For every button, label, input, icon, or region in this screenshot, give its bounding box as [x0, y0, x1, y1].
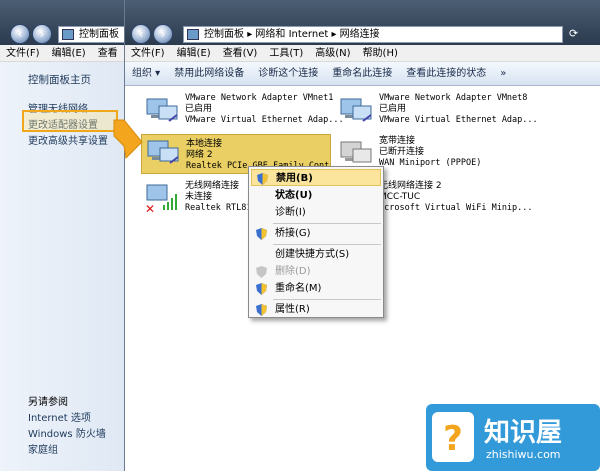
menu-view[interactable]: 查看(V): [217, 45, 264, 62]
menu-file[interactable]: 文件(F): [125, 45, 171, 62]
ctx-status[interactable]: 状态(U): [251, 187, 381, 204]
back-address-text: 控制面板: [79, 29, 119, 40]
ctx-bridge-label: 桥接(G): [275, 228, 311, 239]
watermark-url: zhishiwu.com: [486, 448, 561, 461]
ctx-create-shortcut[interactable]: 创建快捷方式(S): [251, 246, 381, 263]
conn-name: 无线网络连接 2: [379, 181, 442, 191]
disable-device-button[interactable]: 禁用此网络设备: [167, 62, 251, 86]
svg-text:?: ?: [443, 419, 463, 459]
command-bar: 组织 ▾ 禁用此网络设备 诊断这个连接 重命名此连接 查看此连接的状态»: [125, 62, 600, 86]
conn-name: 无线网络连接: [185, 181, 240, 191]
rename-button[interactable]: 重命名此连接: [325, 62, 399, 86]
connection-vmnet8[interactable]: VMware Network Adapter VMnet8 已启用 VMware V…: [339, 93, 538, 133]
ctx-bridge[interactable]: 桥接(G): [251, 225, 381, 242]
ctx-shortcut-label: 创建快捷方式(S): [275, 249, 350, 260]
wireless-icon: ✕: [145, 184, 177, 213]
menu-tools[interactable]: 工具(T): [263, 45, 309, 62]
address-field[interactable]: 控制面板 ▸ 网络和 Internet ▸ 网络连接: [183, 26, 563, 43]
network-adapter-icon: [146, 98, 178, 122]
back-menu-view[interactable]: 查看: [92, 45, 124, 62]
front-address-bar: ‹ › 控制面板 ▸ 网络和 Internet ▸ 网络连接 ⟳: [125, 0, 600, 45]
conn-status: MCC-TUC: [379, 192, 421, 202]
breadcrumb-1[interactable]: 控制面板: [204, 29, 244, 40]
control-panel-icon: [62, 29, 74, 40]
organize-button[interactable]: 组织 ▾: [125, 62, 167, 86]
nav-forward-icon[interactable]: ›: [153, 24, 173, 44]
conn-device: VMware Virtual Ethernet Adap...: [185, 115, 344, 125]
side-link-internet-options[interactable]: Internet 选项: [28, 409, 91, 424]
uac-shield-icon: [257, 173, 268, 185]
back-menubar: 文件(F) 编辑(E) 查看: [0, 45, 125, 62]
network-adapter-icon: [147, 140, 179, 164]
conn-status: 已启用: [379, 104, 407, 114]
highlight-box: [22, 110, 118, 132]
network-adapter-icon: [340, 98, 372, 122]
menu-edit[interactable]: 编辑(E): [171, 45, 217, 62]
see-also-heading: 另请参阅: [28, 397, 68, 408]
conn-name: VMware Network Adapter VMnet8: [379, 93, 528, 103]
breadcrumb-3[interactable]: 网络连接: [340, 29, 380, 40]
ctx-rename[interactable]: 重命名(M): [251, 280, 381, 297]
back-nav-back-icon[interactable]: ‹: [10, 24, 30, 44]
context-menu: 禁用(B) 状态(U) 诊断(I) 桥接(G) 创建快捷方式(S) 删除(D) …: [248, 166, 384, 318]
front-menubar: 文件(F) 编辑(E) 查看(V) 工具(T) 高级(N) 帮助(H): [125, 45, 600, 62]
uac-shield-icon: [256, 304, 267, 316]
conn-status: 已启用: [185, 104, 213, 114]
conn-device: icrosoft Virtual WiFi Minip...: [379, 203, 533, 213]
ctx-properties-label: 属性(R): [275, 304, 310, 315]
menu-separator: [273, 244, 381, 245]
ctx-rename-label: 重命名(M): [275, 283, 322, 294]
conn-status: 未连接: [185, 192, 213, 202]
conn-name: 本地连接: [186, 139, 223, 149]
conn-device: WAN Miniport (PPPOE): [379, 158, 482, 168]
side-link-cp-home[interactable]: 控制面板主页: [28, 72, 91, 87]
back-menu-file[interactable]: 文件(F): [0, 45, 46, 62]
nav-back-icon[interactable]: ‹: [131, 24, 151, 44]
back-address-bar: ‹ › 控制面板: [0, 0, 125, 45]
menu-advanced[interactable]: 高级(N): [309, 45, 356, 62]
uac-shield-icon: [256, 266, 267, 278]
ctx-delete: 删除(D): [251, 263, 381, 280]
side-link-advanced-sharing[interactable]: 更改高级共享设置: [28, 132, 108, 147]
conn-status: 已断开连接: [379, 147, 425, 157]
uac-shield-icon: [256, 228, 267, 240]
ctx-status-label: 状态(U): [275, 190, 313, 201]
connection-vmnet1[interactable]: VMware Network Adapter VMnet1 已启用 VMware V…: [145, 93, 344, 133]
back-window: ‹ › 控制面板 文件(F) 编辑(E) 查看 控制面板主页 管理无线网络 更改适配…: [0, 0, 126, 471]
menu-separator: [273, 223, 381, 224]
conn-device: VMware Virtual Ethernet Adap...: [379, 115, 538, 125]
ctx-properties[interactable]: 属性(R): [251, 301, 381, 318]
ctx-disable[interactable]: 禁用(B): [251, 169, 381, 186]
watermark-logo: ? 知识屋 zhishiwu.com: [426, 404, 600, 471]
broadband-icon: [340, 141, 372, 163]
ctx-diagnose[interactable]: 诊断(I): [251, 204, 381, 221]
side-link-firewall[interactable]: Windows 防火墙: [28, 425, 106, 440]
network-folder-icon: [187, 29, 199, 40]
ctx-delete-label: 删除(D): [275, 266, 311, 277]
refresh-icon[interactable]: ⟳: [569, 27, 578, 40]
conn-name: 宽带连接: [379, 136, 416, 146]
svg-text:✕: ✕: [145, 202, 155, 213]
menu-help[interactable]: 帮助(H): [357, 45, 404, 62]
more-commands-icon[interactable]: »: [493, 62, 513, 86]
side-link-homegroup[interactable]: 家庭组: [28, 441, 58, 456]
pointer-arrow-icon: [113, 119, 143, 160]
ctx-disable-label: 禁用(B): [276, 173, 313, 184]
conn-name: VMware Network Adapter VMnet1: [185, 93, 334, 103]
ctx-diagnose-label: 诊断(I): [275, 207, 306, 218]
menu-separator: [273, 299, 381, 300]
diagnose-button[interactable]: 诊断这个连接: [251, 62, 325, 86]
back-address-field[interactable]: 控制面板: [58, 26, 125, 43]
conn-status: 网络 2: [186, 150, 213, 160]
back-nav-forward-icon[interactable]: ›: [32, 24, 52, 44]
uac-shield-icon: [256, 283, 267, 295]
view-status-button[interactable]: 查看此连接的状态: [399, 62, 493, 86]
breadcrumb-2[interactable]: 网络和 Internet: [255, 29, 328, 40]
back-menu-edit[interactable]: 编辑(E): [46, 45, 92, 62]
watermark-brand: 知识屋: [484, 418, 563, 448]
